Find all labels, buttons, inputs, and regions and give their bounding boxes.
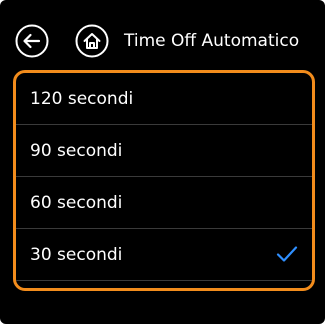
back-button[interactable] [15,24,49,58]
page-title: Time Off Automatico [124,31,300,51]
home-icon [75,24,109,58]
timeout-options-list: 120 secondi 90 secondi 60 secondi 30 sec… [13,70,315,291]
option-120-seconds[interactable]: 120 secondi [16,73,312,125]
option-label: 60 secondi [30,192,123,213]
back-arrow-icon [15,24,49,58]
option-90-seconds[interactable]: 90 secondi [16,125,312,177]
option-60-seconds[interactable]: 60 secondi [16,177,312,229]
option-label: 30 secondi [30,244,123,265]
option-label: 90 secondi [30,140,123,161]
device-screen: Time Off Automatico 120 secondi 90 secon… [0,0,325,324]
option-label: 120 secondi [30,88,134,109]
option-30-seconds[interactable]: 30 secondi [16,229,312,281]
checkmark-icon [276,246,298,262]
home-button[interactable] [75,24,109,58]
header-bar: Time Off Automatico [0,20,325,60]
